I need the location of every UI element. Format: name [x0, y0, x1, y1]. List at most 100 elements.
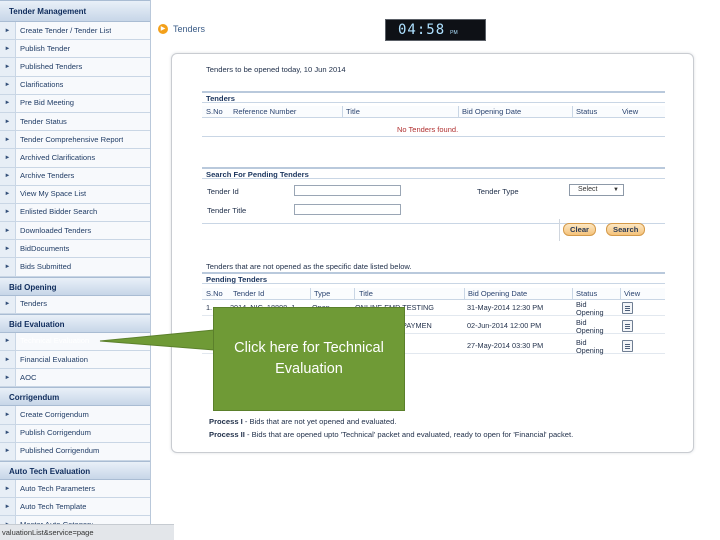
col-tender-id: Tender Id: [233, 289, 265, 298]
sidebar-item-my-space[interactable]: ► View My Space List: [0, 185, 150, 204]
pending-table-header: S.No Tender Id Type Title Bid Opening Da…: [202, 288, 665, 300]
sidebar-item-archived-clarifications[interactable]: ► Archived Clarifications: [0, 149, 150, 168]
sidebar-item-create-tender[interactable]: ► Create Tender / Tender List: [0, 22, 150, 41]
sidebar-section-tender-management: Tender Management: [0, 0, 150, 22]
sidebar-item-enlisted-bidder[interactable]: ► Enlisted Bidder Search: [0, 203, 150, 223]
sidebar-item-aoc[interactable]: ► AOC: [0, 369, 150, 388]
tender-title-input[interactable]: [294, 204, 401, 215]
sidebar-item-archive-tenders[interactable]: ► Archive Tenders: [0, 167, 150, 186]
arrow-right-icon: ►: [0, 406, 16, 424]
sidebar-item-tender-status[interactable]: ► Tender Status: [0, 112, 150, 132]
row-date: 02-Jun-2014 12:00 PM: [467, 321, 542, 330]
caret-down-icon: ▼: [613, 187, 619, 193]
arrow-right-icon: ►: [0, 240, 16, 258]
sidebar-item-financial-evaluation[interactable]: ► Financial Evaluation: [0, 351, 150, 370]
sidebar-item-downloaded-tenders[interactable]: ► Downloaded Tenders: [0, 222, 150, 241]
col-status: Status: [576, 289, 598, 298]
clock-ampm: PM: [450, 30, 458, 36]
sidebar-item-auto-tech-template[interactable]: ► Auto Tech Template: [0, 498, 150, 517]
no-tenders-message: No Tenders found.: [397, 125, 459, 134]
col-view: View: [622, 107, 639, 116]
sidebar: Tender Management ► Create Tender / Tende…: [0, 0, 151, 540]
arrow-right-icon: ►: [0, 332, 16, 350]
arrow-right-icon: ►: [0, 112, 16, 131]
col-status: Status: [576, 107, 598, 116]
tender-id-label: Tender Id: [207, 187, 239, 196]
arrow-right-icon: ►: [0, 498, 16, 516]
sidebar-item-technical-evaluation[interactable]: ► Technical Evaluation: [0, 332, 150, 351]
tender-type-selected: Select: [578, 186, 598, 193]
col-sno: S.No: [206, 107, 223, 116]
sidebar-item-publish-tender[interactable]: ► Publish Tender: [0, 40, 150, 59]
col-reference-number: Reference Number: [233, 107, 297, 116]
col-bid-opening-date: Bid Opening Date: [468, 289, 528, 298]
process-note-1: Process I - Bids that are not yet opened…: [209, 417, 397, 426]
col-title: Title: [359, 289, 373, 298]
row-status: Bid Opening: [576, 318, 604, 335]
tender-type-label: Tender Type: [477, 187, 519, 196]
row-status: Bid Opening: [576, 300, 604, 317]
tender-id-input[interactable]: [294, 185, 401, 196]
arrow-right-icon: ►: [0, 76, 16, 94]
process-note-2: Process II - Bids that are opened upto '…: [209, 430, 574, 439]
today-heading: Tenders to be opened today, 10 Jun 2014: [206, 65, 346, 74]
arrow-right-icon: ►: [0, 222, 16, 240]
sidebar-item-opening-tenders[interactable]: ► Tenders: [0, 295, 150, 314]
arrow-right-icon: ►: [0, 424, 16, 442]
col-bid-opening-date: Bid Opening Date: [462, 107, 522, 116]
digital-clock: 04:58 PM: [385, 19, 486, 41]
arrow-right-icon: ►: [0, 442, 16, 460]
sidebar-item-bids-submitted[interactable]: ► Bids Submitted: [0, 258, 150, 277]
sidebar-item-publish-corrigendum[interactable]: ► Publish Corrigendum: [0, 424, 150, 443]
row-title: PAYMEN: [402, 321, 432, 330]
sidebar-item-clarifications[interactable]: ► Clarifications: [0, 76, 150, 95]
tenders-block-title: Tenders: [202, 91, 665, 103]
sidebar-section-bid-evaluation: Bid Evaluation: [0, 313, 150, 333]
arrow-right-icon: ►: [0, 131, 16, 149]
arrow-right-icon: ►: [0, 94, 16, 112]
clock-time: 04:58: [398, 22, 446, 38]
tender-type-select[interactable]: Select ▼: [569, 184, 624, 196]
row-date: 31-May-2014 12:30 PM: [467, 303, 544, 312]
col-sno: S.No: [206, 289, 223, 298]
sidebar-item-auto-tech-parameters[interactable]: ► Auto Tech Parameters: [0, 479, 150, 499]
page-title-text: Tenders: [173, 24, 206, 34]
sidebar-item-create-corrigendum[interactable]: ► Create Corrigendum: [0, 406, 150, 425]
sidebar-section-auto-tech: Auto Tech Evaluation: [0, 460, 150, 480]
sidebar-item-published-corrigendum[interactable]: ► Published Corrigendum: [0, 442, 150, 461]
tender-title-label: Tender Title: [207, 206, 247, 215]
clear-button[interactable]: Clear: [563, 223, 596, 236]
view-document-icon[interactable]: [622, 320, 633, 332]
col-view: View: [624, 289, 641, 298]
page-title: ▶ Tenders: [158, 24, 205, 34]
arrow-right-icon: ►: [0, 185, 16, 203]
sidebar-item-bid-documents[interactable]: ► BidDocuments: [0, 240, 150, 259]
col-type: Type: [314, 289, 331, 298]
arrow-right-icon: ►: [0, 295, 16, 313]
arrow-right-icon: ►: [0, 167, 16, 185]
col-title: Title: [346, 107, 360, 116]
view-document-icon[interactable]: [622, 340, 633, 352]
arrow-right-icon: ►: [0, 258, 16, 276]
arrow-right-icon: ►: [0, 149, 16, 167]
arrow-right-icon: ►: [0, 369, 16, 387]
arrow-right-icon: ►: [0, 22, 16, 40]
tenders-table-header: S.No Reference Number Title Bid Opening …: [202, 106, 665, 118]
pending-block-title: Pending Tenders: [202, 272, 665, 284]
arrow-right-icon: ►: [0, 351, 16, 369]
sidebar-item-comprehensive-report[interactable]: ► Tender Comprehensive Report: [0, 131, 150, 150]
bullet-icon: ▶: [158, 24, 168, 34]
arrow-right-icon: ►: [0, 479, 16, 498]
row-sno: 1.: [206, 303, 213, 312]
arrow-right-icon: ►: [0, 40, 16, 58]
view-document-icon[interactable]: [622, 302, 633, 314]
sidebar-item-pre-bid-meeting[interactable]: ► Pre Bid Meeting: [0, 94, 150, 113]
browser-status-bar: valuationList&service=page: [0, 524, 174, 540]
sidebar-section-bid-opening: Bid Opening: [0, 276, 150, 296]
callout-technical-evaluation: Click here for Technical Evaluation: [213, 307, 405, 411]
sidebar-item-published-tenders[interactable]: ► Published Tenders: [0, 58, 150, 77]
search-button[interactable]: Search: [606, 223, 646, 236]
search-block-title: Search For Pending Tenders: [202, 167, 665, 179]
row-date: 27-May-2014 03:30 PM: [467, 341, 544, 350]
arrow-right-icon: ►: [0, 58, 16, 76]
